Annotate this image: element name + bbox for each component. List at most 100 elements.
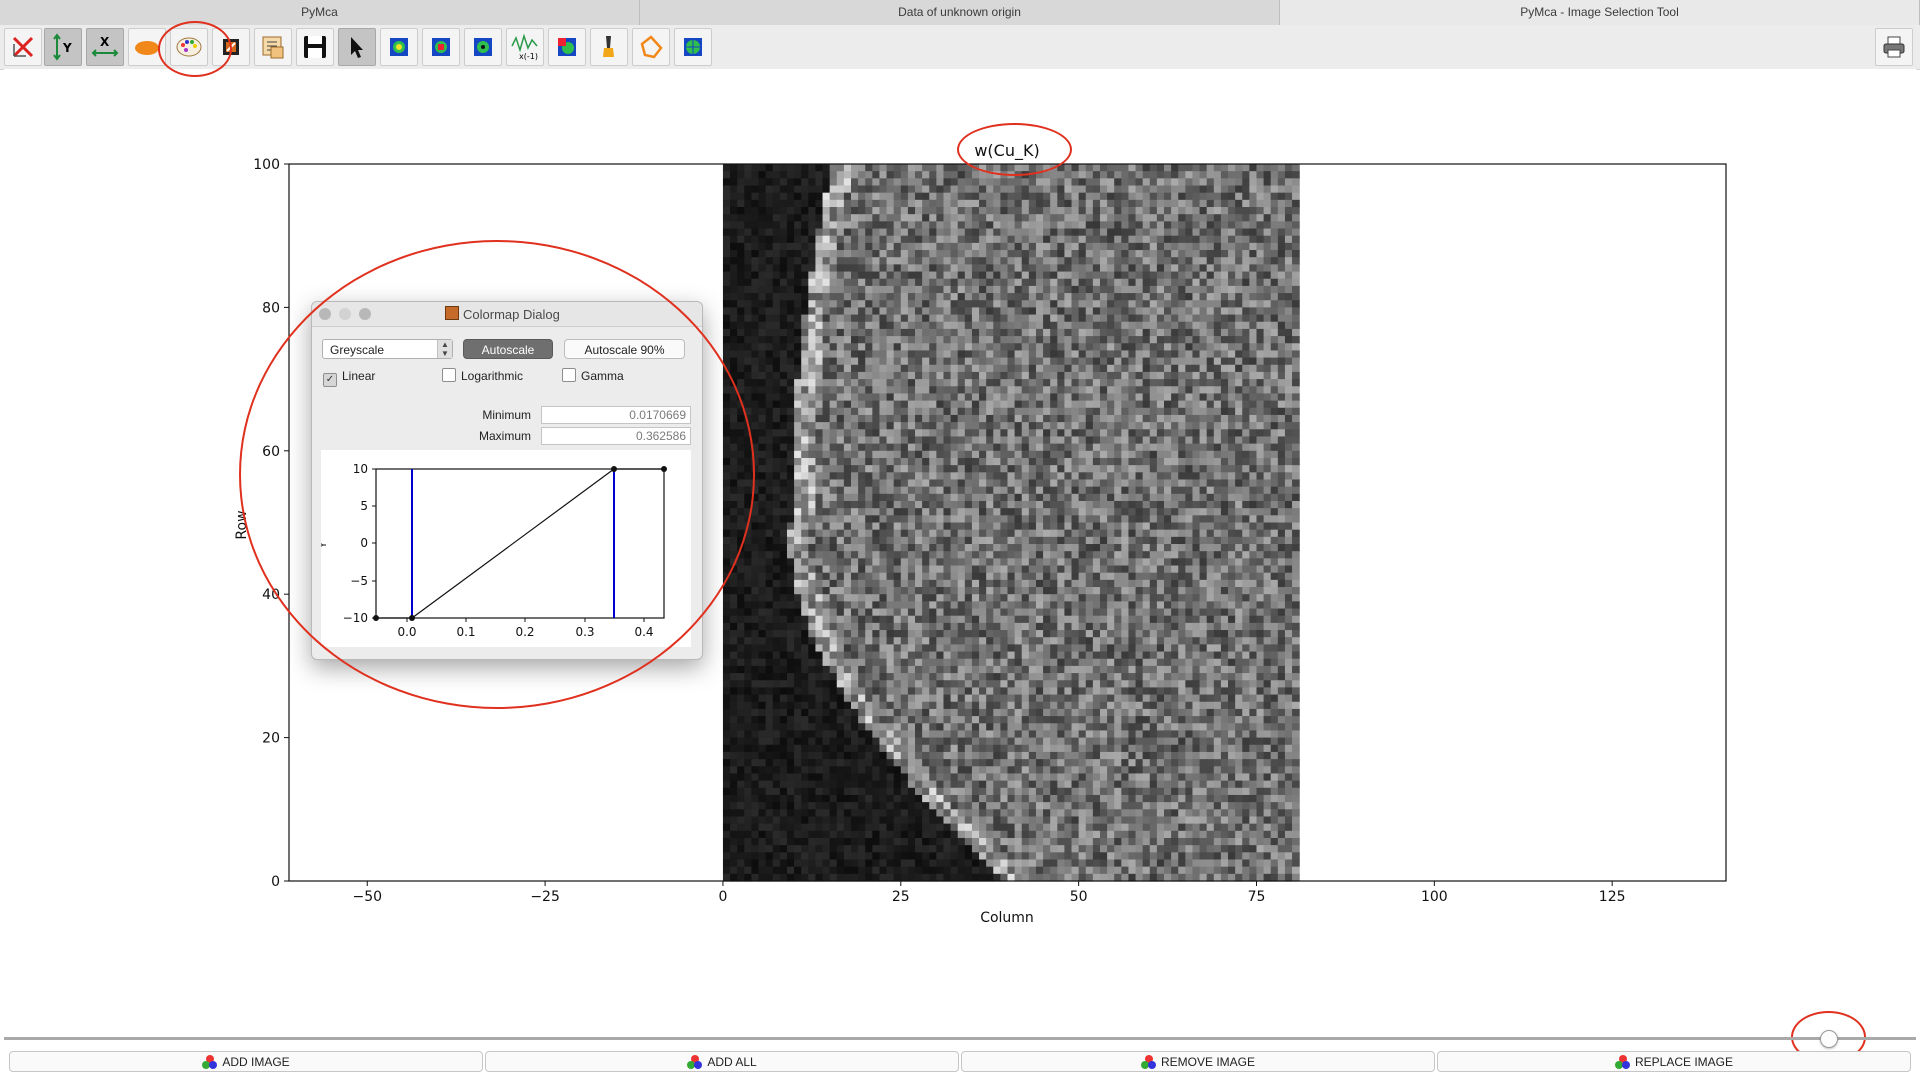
heatmap-cell <box>1235 357 1243 366</box>
heatmap-cell <box>865 228 873 237</box>
heatmap-cell <box>929 551 937 559</box>
x-autoscale-button[interactable]: X <box>86 28 124 66</box>
heatmap-cell <box>1085 214 1094 222</box>
heatmap-cell <box>929 407 937 416</box>
heatmap-cell <box>779 171 788 179</box>
image-filter-button[interactable] <box>548 28 586 66</box>
pointer-button[interactable] <box>338 28 376 66</box>
heatmap-cell <box>1064 271 1073 280</box>
heatmap-cell <box>808 565 817 574</box>
heatmap-cell <box>993 429 1001 438</box>
heatmap-cell <box>957 350 966 359</box>
heatmap-cell <box>822 379 831 387</box>
heatmap-cell <box>1071 515 1080 524</box>
heatmap-cell <box>1220 242 1229 251</box>
heatmap-cell <box>730 307 738 316</box>
heatmap-cell <box>1035 264 1044 273</box>
heatmap-cell <box>950 536 959 545</box>
brush-button[interactable] <box>590 28 628 66</box>
heatmap-cell <box>1206 357 1215 366</box>
heatmap-cell <box>929 429 937 438</box>
heatmap-cell <box>1263 207 1272 215</box>
heatmap-cell <box>730 357 738 366</box>
tab-pymca[interactable]: PyMca <box>0 0 640 25</box>
heatmap-cell <box>1021 493 1030 502</box>
heatmap-cell <box>936 443 945 452</box>
print-button[interactable] <box>1875 28 1913 66</box>
save-button[interactable] <box>296 28 334 66</box>
heatmap-cell <box>915 257 923 265</box>
heatmap-cell <box>1213 242 1222 251</box>
heatmap-cell <box>1071 307 1080 316</box>
heatmap-cell <box>786 544 795 552</box>
heatmap-cell <box>1220 278 1229 287</box>
heatmap-cell <box>872 257 881 265</box>
heatmap-cell <box>915 400 923 409</box>
heatmap-cell <box>737 321 745 330</box>
heatmap-cell <box>936 472 945 481</box>
heatmap-cell <box>1185 551 1194 559</box>
heatmap-cell <box>794 601 802 610</box>
heatmap-cell <box>936 343 945 352</box>
heatmap-cell <box>744 300 752 308</box>
image-button[interactable] <box>380 28 418 66</box>
heatmap-cell <box>915 500 923 509</box>
globe-button[interactable] <box>674 28 712 66</box>
plot-widget[interactable]: w(Cu_K) −50 −25 0 25 50 75 100 125 0 20 40 60 80 100… <box>4 69 1916 1025</box>
heatmap-cell <box>1277 336 1286 344</box>
heatmap-cell <box>893 587 902 595</box>
polygon-button[interactable] <box>632 28 670 66</box>
heatmap-cell <box>843 587 852 595</box>
heatmap-cell <box>886 314 895 323</box>
heatmap-cell <box>915 321 923 330</box>
heatmap-cell <box>1178 321 1186 330</box>
heatmap-cell <box>886 414 895 423</box>
heatmap-cell <box>865 572 873 581</box>
derivative-button[interactable]: x(-1) <box>506 28 544 66</box>
heatmap-cell <box>779 321 788 330</box>
heatmap-cell <box>1213 199 1222 208</box>
main-plot[interactable]: w(Cu_K) −50 −25 0 25 50 75 100 125 020406080100… <box>4 69 1916 1025</box>
tab-image-selection-tool[interactable]: PyMca - Image Selection Tool <box>1280 0 1920 25</box>
heatmap-cell <box>1185 450 1194 459</box>
tab-data-unknown-origin[interactable]: Data of unknown origin <box>640 0 1280 25</box>
heatmap-cell <box>1178 171 1186 179</box>
heatmap-cell <box>1128 422 1137 430</box>
heatmap-cell <box>964 321 973 330</box>
heatmap-cell <box>851 336 859 344</box>
heatmap-cell <box>922 450 930 459</box>
heatmap-cell <box>1235 429 1243 438</box>
heatmap-cell <box>979 587 987 595</box>
heatmap-cell <box>1249 307 1258 316</box>
heatmap-cell <box>836 515 845 524</box>
heatmap-cell <box>779 457 788 466</box>
image-flip-button[interactable] <box>464 28 502 66</box>
heatmap-cell <box>758 429 767 438</box>
heatmap-cell <box>986 379 994 387</box>
heatmap-cell <box>900 393 909 402</box>
colormap-button[interactable] <box>170 28 208 66</box>
heatmap-cell <box>808 278 817 287</box>
heatmap-cell <box>1142 422 1151 430</box>
heatmap-cell <box>1043 278 1051 287</box>
aspect-ratio-button[interactable] <box>128 28 166 66</box>
image-rotate-button[interactable] <box>422 28 460 66</box>
heatmap-cell <box>957 357 966 366</box>
heatmap-cell <box>1035 336 1044 344</box>
heatmap-cell <box>1057 565 1066 574</box>
heatmap-cell <box>979 594 987 602</box>
heatmap-cell <box>1078 443 1087 452</box>
heatmap-cell <box>801 264 809 273</box>
image-heatmap[interactable] <box>722 164 1300 882</box>
select-button[interactable] <box>254 28 292 66</box>
heatmap-cell <box>1121 185 1130 194</box>
y-autoscale-button[interactable]: Y <box>44 28 82 66</box>
heatmap-cell <box>1235 300 1243 308</box>
heatmap-cell <box>858 321 866 330</box>
heatmap-cell <box>865 207 873 215</box>
reset-zoom-button[interactable] <box>4 28 42 66</box>
heatmap-cell <box>943 508 952 516</box>
heatmap-cell <box>907 300 916 308</box>
transpose-button[interactable] <box>212 28 250 66</box>
heatmap-cell <box>1270 242 1279 251</box>
